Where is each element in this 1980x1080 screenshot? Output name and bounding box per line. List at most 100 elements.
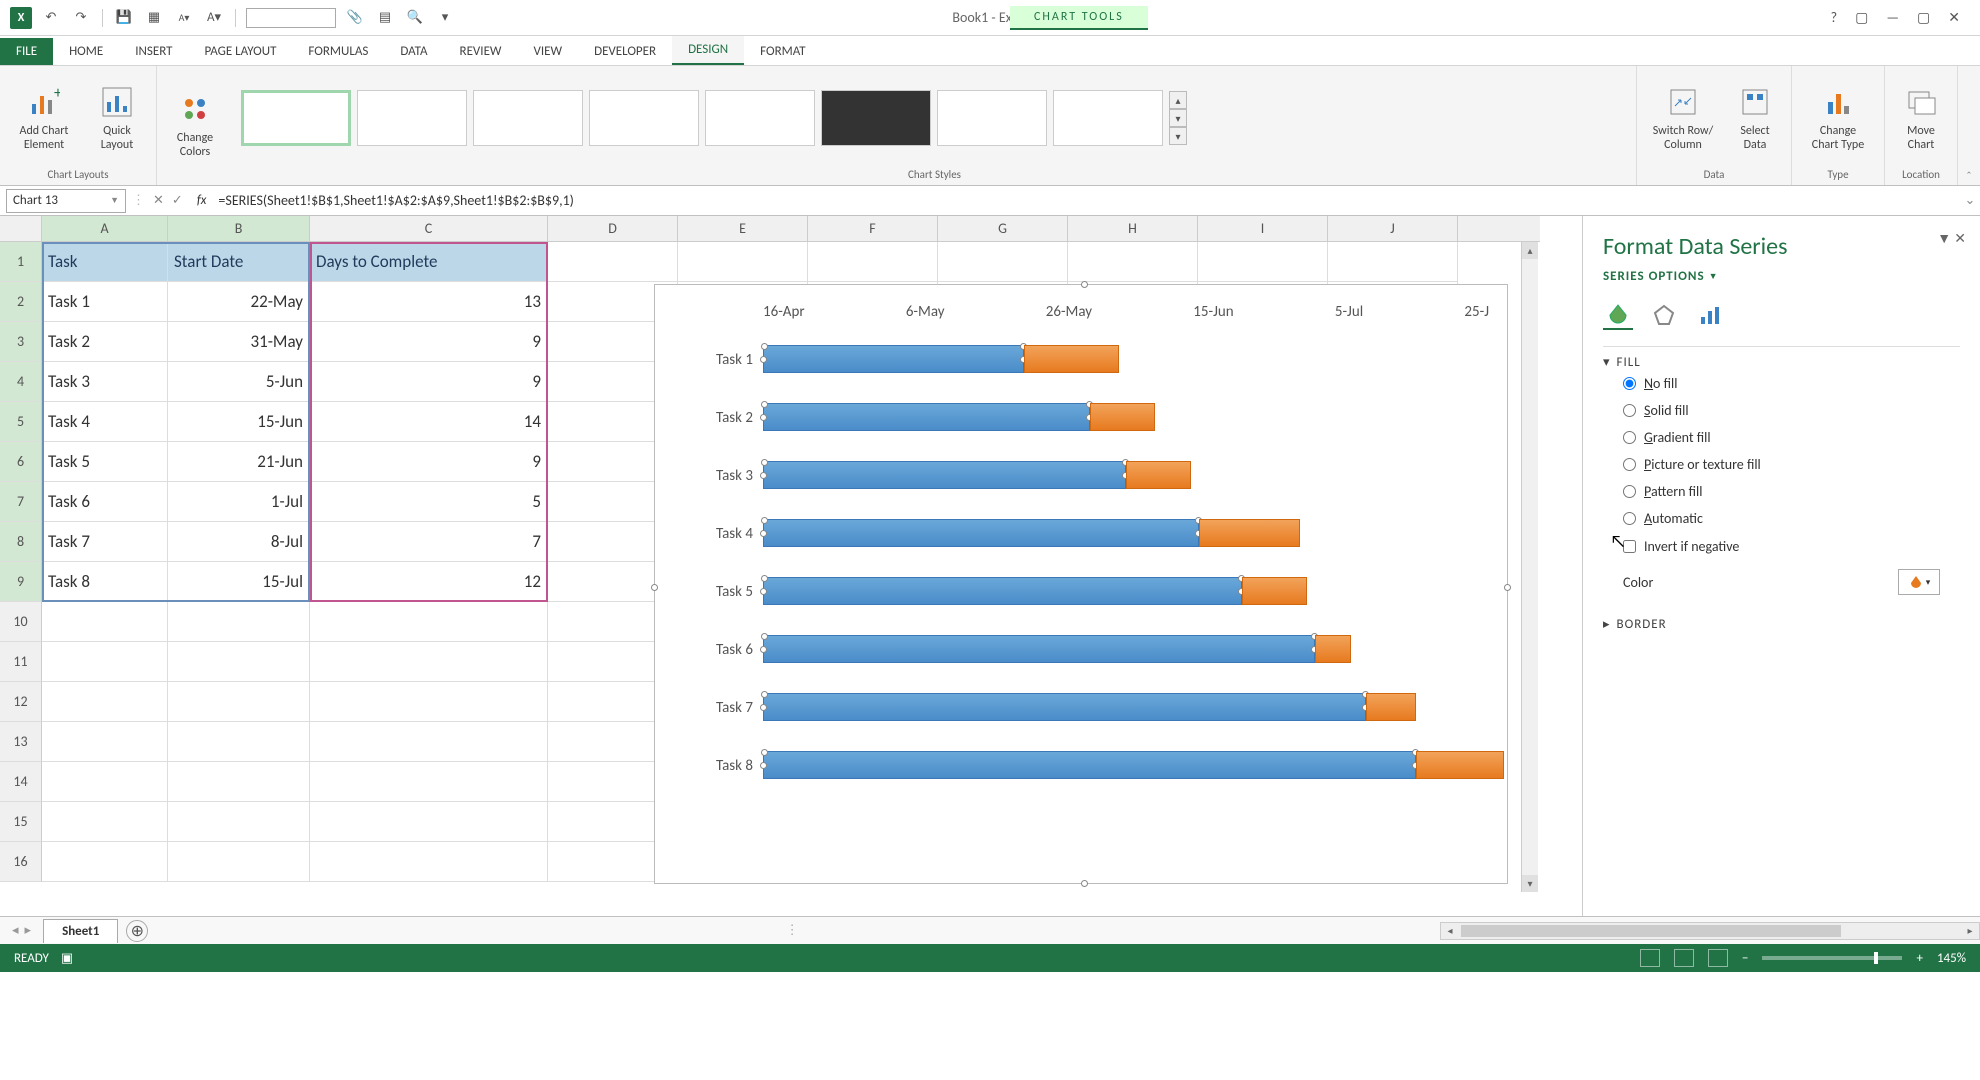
scroll-up-button[interactable]: ▴ [1522, 242, 1538, 259]
tab-data[interactable]: DATA [384, 38, 443, 65]
cell[interactable] [310, 722, 548, 762]
move-chart-button[interactable]: Move Chart [1893, 80, 1949, 156]
qat-button[interactable]: 📎 [344, 7, 366, 29]
zoom-in-button[interactable]: + [1916, 951, 1922, 966]
select-data-button[interactable]: Select Data [1727, 80, 1783, 156]
row-header-10[interactable]: 10 [0, 602, 42, 642]
maximize-button[interactable]: ▢ [1917, 9, 1930, 26]
fill-option-radio[interactable]: Pattern fill [1603, 478, 1960, 505]
sheet-nav-next[interactable]: ▸ [25, 923, 32, 938]
invert-if-negative-checkbox[interactable]: Invert if negative [1603, 532, 1960, 561]
chart-style-2[interactable] [357, 90, 467, 146]
series-options-dropdown[interactable]: SERIES OPTIONS ▼ [1603, 269, 1960, 284]
change-colors-button[interactable]: Change Colors [165, 87, 225, 163]
cell[interactable] [42, 722, 168, 762]
cell[interactable]: Days to Complete [310, 242, 548, 282]
cell[interactable] [168, 642, 310, 682]
chart-style-4[interactable] [589, 90, 699, 146]
cell[interactable]: 8-Jul [168, 522, 310, 562]
tab-insert[interactable]: INSERT [119, 38, 188, 65]
cell[interactable]: 14 [310, 402, 548, 442]
col-header-B[interactable]: B [168, 216, 310, 241]
cell[interactable]: Task [42, 242, 168, 282]
cell[interactable]: 7 [310, 522, 548, 562]
series-days-bar[interactable] [1416, 751, 1503, 779]
zoom-out-button[interactable]: − [1742, 951, 1748, 966]
add-chart-element-button[interactable]: + Add Chart Element [8, 80, 80, 156]
cell[interactable] [42, 842, 168, 882]
cell[interactable]: 31-May [168, 322, 310, 362]
chart-style-7[interactable] [937, 90, 1047, 146]
fill-option-radio[interactable]: No fill [1603, 370, 1960, 397]
cell[interactable] [310, 682, 548, 722]
row-header-6[interactable]: 6 [0, 442, 42, 482]
hscroll-left[interactable]: ◂ [1441, 923, 1459, 939]
chart-style-1[interactable] [241, 90, 351, 146]
font-inc-button[interactable]: A▾ [203, 7, 225, 29]
col-header-G[interactable]: G [938, 216, 1068, 241]
cell[interactable]: 9 [310, 362, 548, 402]
cell[interactable] [310, 602, 548, 642]
tab-format[interactable]: FORMAT [744, 38, 821, 65]
cell[interactable]: Start Date [168, 242, 310, 282]
col-header-F[interactable]: F [808, 216, 938, 241]
chart-style-8[interactable] [1053, 90, 1163, 146]
fill-line-tab-icon[interactable] [1603, 300, 1633, 330]
redo-button[interactable]: ↷ [70, 7, 92, 29]
cell[interactable]: 9 [310, 442, 548, 482]
cell[interactable] [168, 802, 310, 842]
qat-more-button[interactable]: ▾ [434, 7, 456, 29]
minimize-button[interactable]: — [1886, 9, 1899, 26]
series-days-bar[interactable] [1366, 693, 1417, 721]
cell[interactable]: 22-May [168, 282, 310, 322]
switch-row-column-button[interactable]: Switch Row/ Column [1645, 80, 1721, 156]
chart-style-3[interactable] [473, 90, 583, 146]
styles-scroll-up[interactable]: ▴ [1169, 91, 1187, 109]
preview-button[interactable]: 🔍 [404, 7, 426, 29]
tab-design[interactable]: DESIGN [672, 36, 744, 65]
horizontal-scrollbar[interactable]: ◂ ▸ [1440, 922, 1980, 940]
series-days-bar[interactable] [1126, 461, 1191, 489]
cell[interactable]: Task 4 [42, 402, 168, 442]
cell[interactable] [1068, 242, 1198, 282]
undo-button[interactable]: ↶ [40, 7, 62, 29]
cell[interactable]: 15-Jul [168, 562, 310, 602]
cell[interactable] [42, 682, 168, 722]
sheet-tab-sheet1[interactable]: Sheet1 [43, 919, 118, 943]
col-header-E[interactable]: E [678, 216, 808, 241]
tab-formulas[interactable]: FORMULAS [292, 38, 384, 65]
tab-page-layout[interactable]: PAGE LAYOUT [189, 38, 293, 65]
cell[interactable] [42, 642, 168, 682]
tab-developer[interactable]: DEVELOPER [578, 38, 672, 65]
tab-home[interactable]: HOME [53, 38, 119, 65]
series-days-bar[interactable] [1242, 577, 1307, 605]
series-days-bar[interactable] [1199, 519, 1301, 547]
row-header-2[interactable]: 2 [0, 282, 42, 322]
tab-view[interactable]: VIEW [518, 38, 579, 65]
cell[interactable] [310, 642, 548, 682]
row-header-5[interactable]: 5 [0, 402, 42, 442]
col-header-H[interactable]: H [1068, 216, 1198, 241]
cell[interactable]: 9 [310, 322, 548, 362]
page-break-view-button[interactable] [1708, 949, 1728, 967]
row-header-4[interactable]: 4 [0, 362, 42, 402]
help-button[interactable]: ? [1831, 9, 1838, 26]
col-header-I[interactable]: I [1198, 216, 1328, 241]
cell[interactable] [42, 802, 168, 842]
macro-record-icon[interactable]: ▣ [61, 951, 73, 966]
cell[interactable]: Task 6 [42, 482, 168, 522]
chart-style-6[interactable] [821, 90, 931, 146]
zoom-slider[interactable] [1762, 956, 1902, 960]
series-days-bar[interactable] [1090, 403, 1155, 431]
series-start-date-bar[interactable] [763, 519, 1199, 547]
quick-layout-button[interactable]: Quick Layout [86, 80, 148, 156]
fill-option-radio[interactable]: Picture or texture fill [1603, 451, 1960, 478]
series-start-date-bar[interactable] [763, 693, 1366, 721]
ribbon-display-button[interactable]: ▢ [1855, 9, 1868, 26]
cell[interactable] [548, 242, 678, 282]
tab-file[interactable]: FILE [0, 38, 53, 65]
cell[interactable] [808, 242, 938, 282]
cell[interactable]: 15-Jun [168, 402, 310, 442]
cell[interactable] [168, 602, 310, 642]
row-header-3[interactable]: 3 [0, 322, 42, 362]
